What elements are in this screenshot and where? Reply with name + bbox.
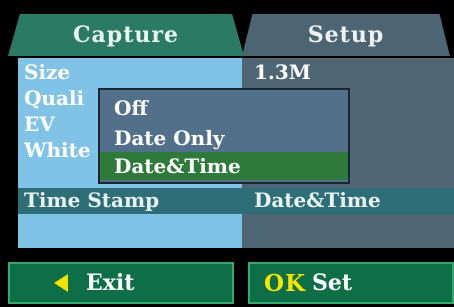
popup-option-date-time[interactable]: Date&Time bbox=[100, 152, 348, 180]
set-button[interactable]: OK Set bbox=[248, 262, 454, 304]
row-label: EV bbox=[24, 112, 55, 136]
row-value: Date&Time bbox=[254, 188, 381, 212]
popup-option-label: Off bbox=[114, 96, 148, 120]
tab-setup[interactable]: Setup bbox=[242, 14, 450, 56]
exit-button-label: Exit bbox=[86, 270, 135, 296]
row-label: Size bbox=[24, 60, 71, 84]
time-stamp-popup-menu: Off Date Only Date&Time bbox=[98, 88, 350, 184]
set-button-label: Set bbox=[312, 270, 353, 296]
row-label: Time Stamp bbox=[24, 188, 160, 212]
ok-label: OK bbox=[264, 269, 307, 297]
row-label: White bbox=[24, 138, 91, 162]
popup-option-off[interactable]: Off bbox=[100, 94, 348, 122]
left-arrow-icon bbox=[54, 274, 68, 292]
row-value: 1.3M bbox=[254, 60, 311, 84]
row-label: Quali bbox=[24, 86, 85, 110]
popup-option-label: Date&Time bbox=[114, 154, 241, 178]
tab-setup-label: Setup bbox=[307, 22, 385, 48]
exit-button[interactable]: Exit bbox=[8, 262, 234, 304]
settings-row-time-stamp[interactable]: Time Stamp Date&Time bbox=[18, 188, 454, 214]
settings-row-size[interactable]: Size 1.3M bbox=[18, 60, 454, 84]
popup-option-label: Date Only bbox=[114, 126, 225, 150]
tab-capture-label: Capture bbox=[73, 22, 179, 48]
tab-capture[interactable]: Capture bbox=[8, 14, 244, 56]
popup-option-date-only[interactable]: Date Only bbox=[100, 124, 348, 152]
